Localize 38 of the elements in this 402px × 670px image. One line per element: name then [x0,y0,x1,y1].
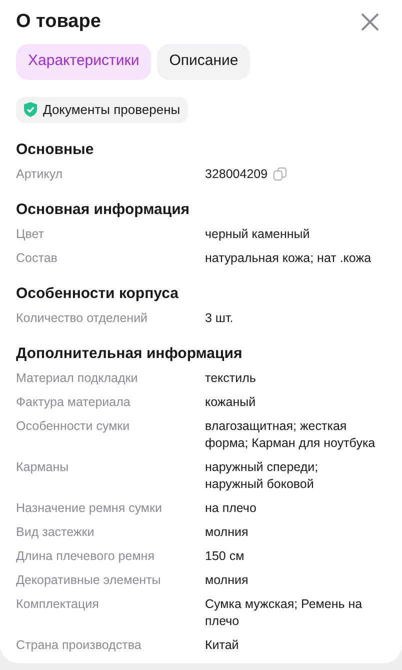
property-label: Материал подкладки [16,370,139,387]
tab[interactable]: Описание [157,44,250,80]
shield-check-icon [24,102,37,117]
panel-title: О товаре [16,10,101,34]
property-label: Карманы [16,459,70,476]
property-value: 150 см [205,548,244,565]
property-value: Китай [205,637,239,654]
section-heading: Основная информация [16,200,191,219]
property-value: молния [205,524,248,541]
property-value: 328004209 [205,166,268,183]
property-label: Фактура материала [16,394,132,411]
verified-badge: Документы проверены [16,96,188,122]
property-value: наружный спереди; наружный боковой [205,459,320,493]
section-heading: Особенности корпуса [16,284,180,303]
property-label: Назначение ремня сумки [16,500,163,517]
property-value: 3 шт. [205,310,234,327]
property-label: Вид застежки [16,524,96,541]
property-value: текстиль [205,370,256,387]
section-heading: Основные [16,140,95,159]
property-label: Длина плечевого ремня [16,548,156,565]
property-label: Декоративные элементы [16,572,162,589]
property-label: Артикул [16,166,64,183]
property-value: влагозащитная; жесткая форма; Карман для ноутбука [205,418,376,452]
property-value: на плечо [205,500,256,517]
tab[interactable]: Характеристики [16,44,152,80]
property-label: Количество отделений [16,310,149,327]
property-value: черный каменный [205,226,310,243]
property-label: Состав [16,250,58,267]
section-heading: Дополнительная информация [16,344,244,363]
property-label: Комплектация [16,596,100,613]
property-value: Сумка мужская; Ремень на плечо [205,596,364,630]
property-value: кожаный [205,394,256,411]
property-value: натуральная кожа; нат .кожа [205,250,372,267]
property-value: молния [205,572,248,589]
property-label: Цвет [16,226,46,243]
property-label: Страна производства [16,637,142,654]
property-label: Особенности сумки [16,418,131,435]
copy-icon[interactable] [272,167,287,181]
